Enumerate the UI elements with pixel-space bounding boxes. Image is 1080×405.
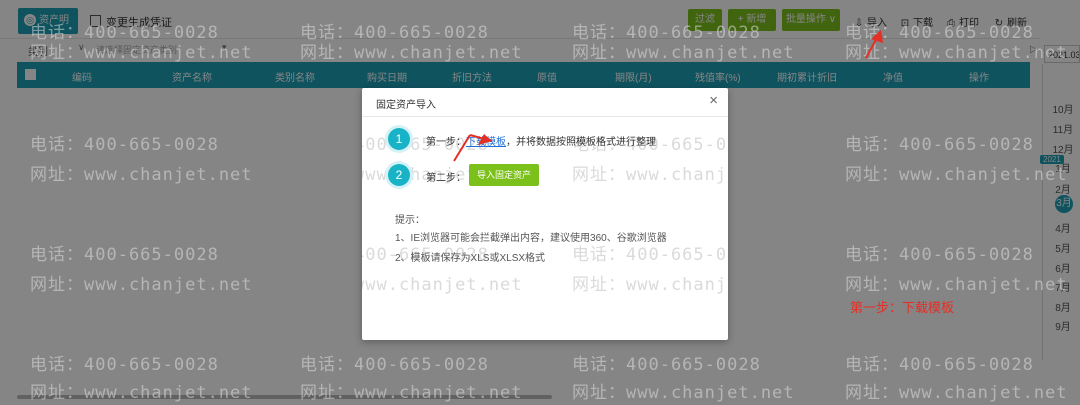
annotation-arrows	[453, 30, 883, 162]
arrow-to-template-link	[453, 134, 471, 162]
annotation-step-1: 第一步：下载模板	[850, 301, 955, 316]
